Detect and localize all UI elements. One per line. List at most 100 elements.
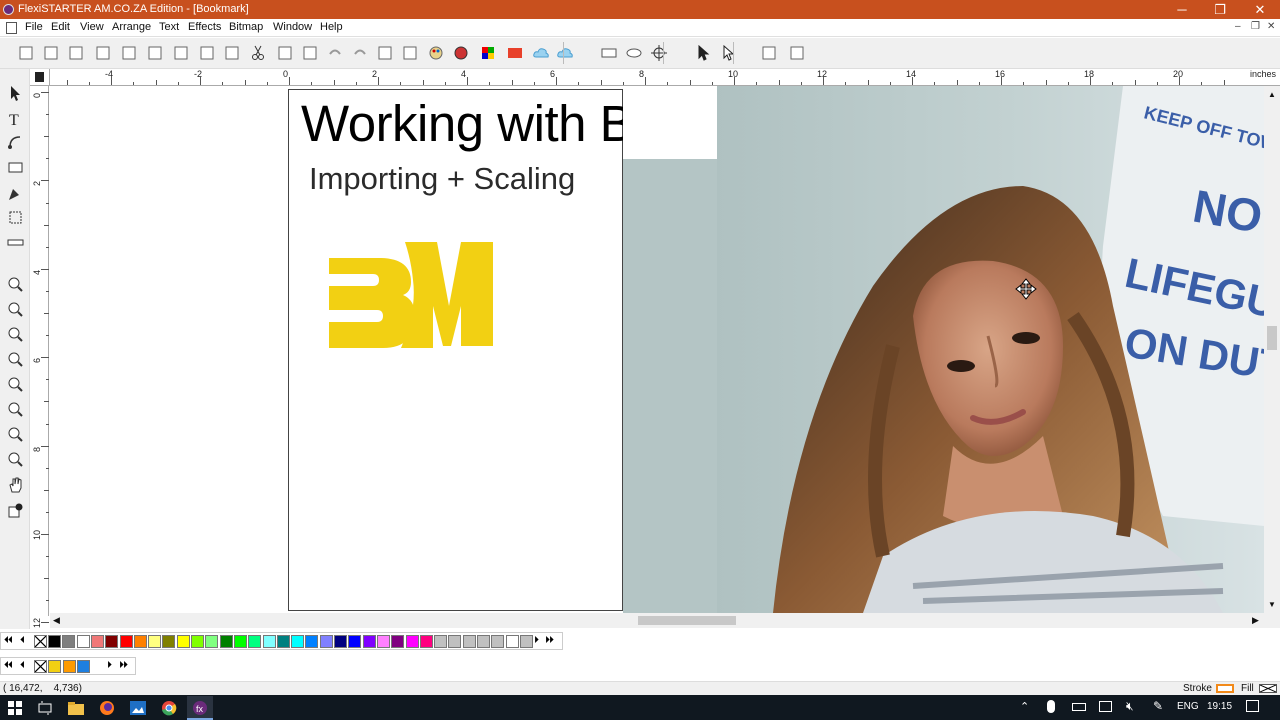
network-icon[interactable]: [1099, 701, 1112, 712]
task-view-icon[interactable]: [36, 699, 54, 717]
color-swatch[interactable]: [334, 635, 347, 648]
cloud-button[interactable]: [532, 44, 550, 62]
color-swatch[interactable]: [48, 635, 61, 648]
battery-icon[interactable]: [1072, 703, 1086, 711]
color-swatch[interactable]: [448, 635, 462, 648]
weld-button[interactable]: [788, 44, 806, 62]
horizontal-scroll-thumb[interactable]: [638, 616, 736, 625]
measure-tool[interactable]: [5, 232, 25, 252]
scroll-down-icon[interactable]: ▼: [1268, 600, 1276, 609]
color-swatch[interactable]: [76, 635, 90, 648]
select-button[interactable]: [694, 44, 712, 62]
no-color-swatch[interactable]: [34, 635, 47, 648]
microphone-icon[interactable]: [1047, 700, 1055, 713]
zoom-in[interactable]: [5, 299, 25, 319]
color-swatch[interactable]: [191, 635, 204, 648]
color-swatch[interactable]: [62, 635, 76, 648]
palette-button[interactable]: [427, 44, 445, 62]
scroll-right-icon[interactable]: ▶: [1252, 615, 1259, 626]
fill-swatch[interactable]: [1259, 684, 1277, 693]
color-swatch[interactable]: [348, 635, 362, 648]
doc-no-color-swatch[interactable]: [34, 660, 47, 673]
menu-file[interactable]: File: [25, 21, 43, 33]
subheading-text[interactable]: Importing + Scaling: [309, 161, 575, 197]
file-explorer-icon[interactable]: [67, 699, 85, 717]
zoom-area[interactable]: [5, 324, 25, 344]
fill-tool[interactable]: [5, 500, 25, 520]
menu-effects[interactable]: Effects: [188, 21, 221, 33]
windows-start-icon[interactable]: [6, 699, 24, 717]
doc-minimize-button[interactable]: –: [1235, 21, 1241, 32]
paste-button[interactable]: [301, 44, 319, 62]
color-swatch[interactable]: [248, 635, 262, 648]
doc-restore-button[interactable]: ❐: [1251, 21, 1260, 32]
palette-last-button[interactable]: ⏵⏵: [545, 635, 554, 646]
print-button[interactable]: [172, 44, 190, 62]
color-swatch[interactable]: [305, 635, 319, 648]
palette-next-button[interactable]: ⏵: [534, 635, 539, 646]
color-swatch[interactable]: [391, 635, 405, 648]
color-swatch[interactable]: [362, 635, 376, 648]
color-swatch[interactable]: [219, 635, 233, 648]
color-swatch[interactable]: [148, 635, 162, 648]
color-swatch[interactable]: [276, 635, 290, 648]
cloud-upload-button[interactable]: [556, 44, 574, 62]
save-as-button[interactable]: [94, 44, 112, 62]
color-swatch[interactable]: [205, 635, 219, 648]
doccolors-next-button[interactable]: ⏵: [107, 660, 112, 671]
color-swatch[interactable]: [262, 635, 276, 648]
transform-tool[interactable]: [5, 207, 25, 227]
knife-button[interactable]: [760, 44, 778, 62]
send-to-cut-button[interactable]: [198, 44, 216, 62]
palette-prev-button[interactable]: ⏴: [20, 635, 25, 646]
export-button[interactable]: [146, 44, 164, 62]
color-swatch[interactable]: [176, 635, 190, 648]
menu-text[interactable]: Text: [159, 21, 179, 33]
restore-button[interactable]: ❐: [1200, 0, 1240, 19]
minimize-button[interactable]: ─: [1162, 0, 1202, 19]
menu-arrange[interactable]: Arrange: [112, 21, 151, 33]
er-button[interactable]: [506, 44, 524, 62]
zoom-selection[interactable]: [5, 399, 25, 419]
firefox-icon[interactable]: [98, 699, 116, 717]
save-button[interactable]: [67, 44, 85, 62]
color-swatch[interactable]: [105, 635, 119, 648]
menu-view[interactable]: View: [80, 21, 104, 33]
color-swatch[interactable]: [519, 635, 533, 648]
import-button[interactable]: [120, 44, 138, 62]
horizontal-ruler[interactable]: -4 -2 0 2 4 6 8 10 12 14 16 18 20 inches: [50, 69, 1280, 86]
doc-color-swatch[interactable]: [77, 660, 90, 673]
pen-tool[interactable]: [5, 183, 25, 203]
ruler-origin[interactable]: [30, 69, 50, 86]
scroll-up-icon[interactable]: ▲: [1268, 90, 1276, 99]
horizontal-scrollbar[interactable]: ◀ ▶: [50, 613, 1264, 628]
zoom-page[interactable]: [5, 374, 25, 394]
ellipse-button[interactable]: [625, 44, 643, 62]
bm-logo[interactable]: [327, 240, 519, 350]
color-swatch[interactable]: [133, 635, 147, 648]
pan[interactable]: [5, 474, 25, 494]
zoom-all[interactable]: [5, 424, 25, 444]
flexi-taskbar-button[interactable]: fx: [187, 696, 213, 720]
scroll-left-icon[interactable]: ◀: [53, 615, 60, 626]
menu-bitmap[interactable]: Bitmap: [229, 21, 263, 33]
stroke-swatch[interactable]: [1216, 684, 1234, 693]
menu-edit[interactable]: Edit: [51, 21, 70, 33]
cut-button[interactable]: [249, 44, 267, 62]
show-hidden-icons[interactable]: ⌃: [1020, 700, 1029, 713]
new-button[interactable]: [17, 44, 35, 62]
color-swatch[interactable]: [405, 635, 419, 648]
palette-first-button[interactable]: ⏴⏴: [4, 635, 13, 646]
send-to-output-button[interactable]: [223, 44, 241, 62]
color-wheel-button[interactable]: [452, 44, 470, 62]
pen-workspace-icon[interactable]: ✎: [1153, 699, 1163, 713]
vertical-ruler[interactable]: 0 2 4 6 8 10 12: [30, 86, 49, 628]
select-tool[interactable]: [5, 83, 25, 103]
color-swatch[interactable]: [505, 635, 519, 648]
color-swatch[interactable]: [491, 635, 505, 648]
imported-bitmap[interactable]: KEEP OFF TOW NO LIFEGUARD ON DUTY: [623, 86, 1264, 613]
properties-button[interactable]: [376, 44, 394, 62]
language-indicator[interactable]: ENG: [1177, 701, 1199, 712]
zoom-previous[interactable]: [5, 449, 25, 469]
doc-color-swatch[interactable]: [48, 660, 61, 673]
